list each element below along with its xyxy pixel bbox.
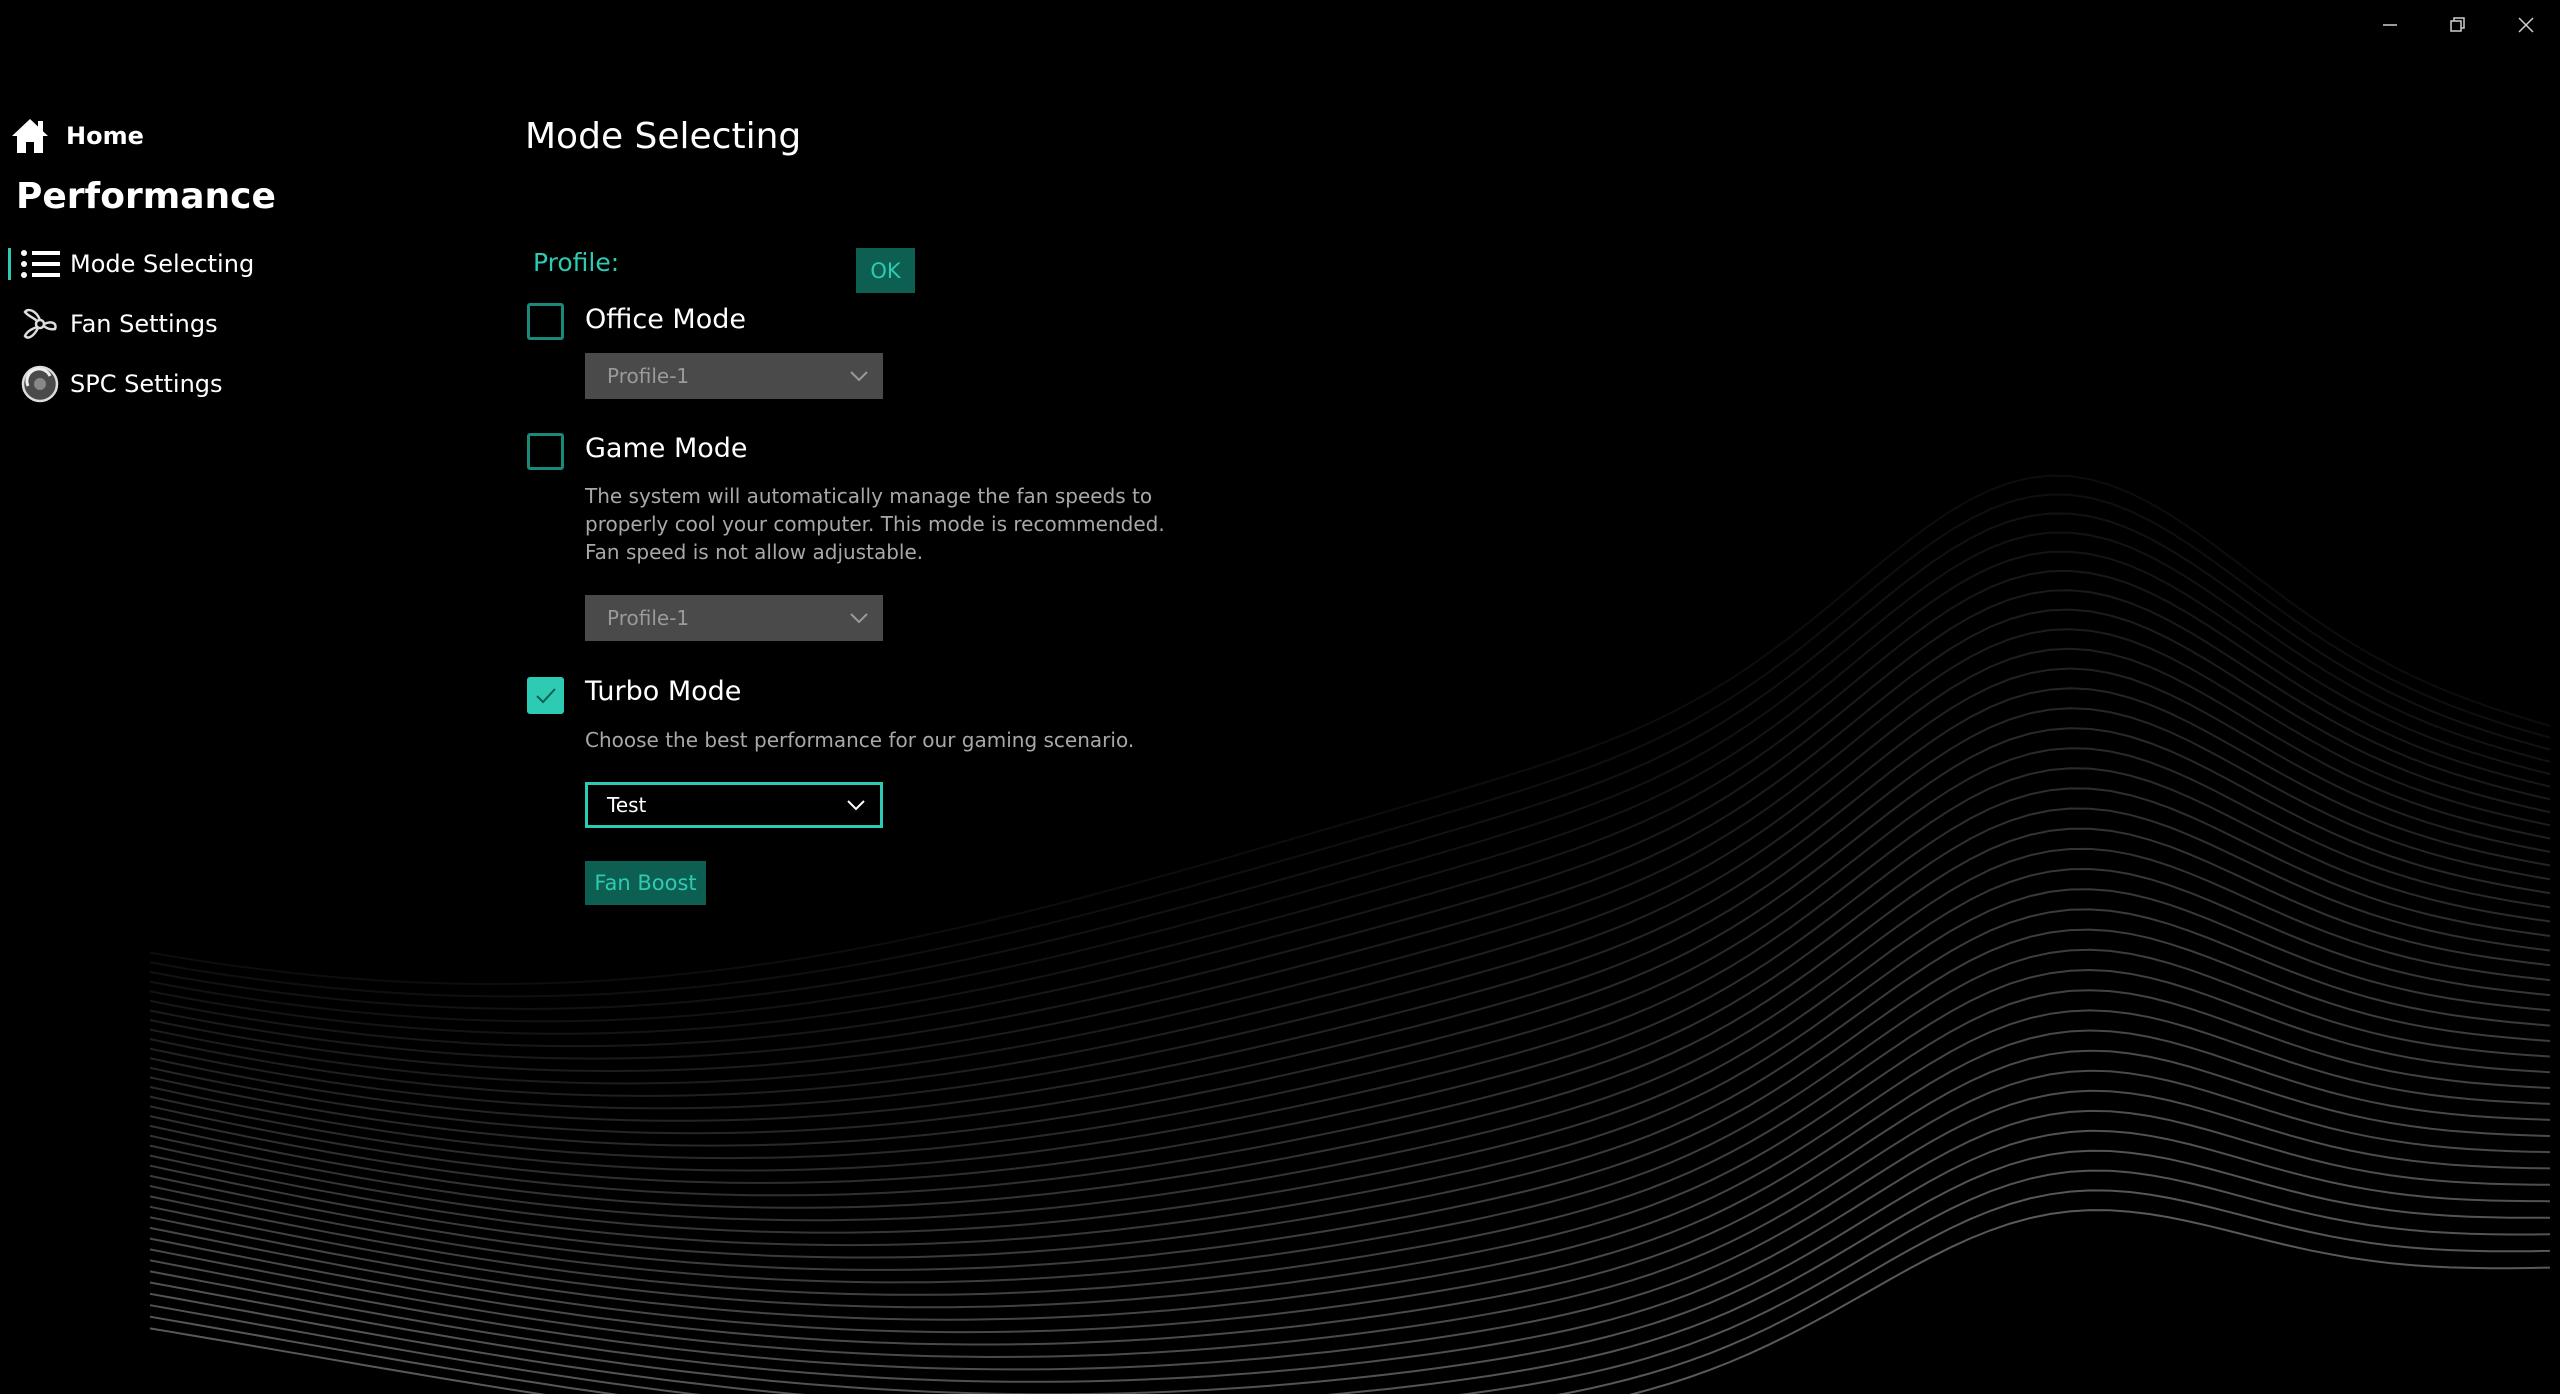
game-mode-checkbox[interactable] [527, 433, 564, 470]
wave-line [149, 827, 2551, 1209]
game-mode-profile-select[interactable]: Profile-1 [585, 595, 883, 641]
wave-line [149, 867, 2551, 1234]
turbo-mode-profile-select[interactable]: Test [585, 782, 883, 828]
window-controls [2356, 0, 2560, 50]
wave-line [149, 989, 2551, 1309]
spc-icon [18, 362, 62, 406]
wave-line [149, 1089, 2551, 1371]
home-label: Home [66, 122, 144, 150]
wave-line [149, 807, 2551, 1197]
wave-line [149, 531, 2551, 1023]
turbo-mode-label: Turbo Mode [585, 676, 742, 707]
wave-line [149, 1149, 2551, 1394]
wave-background [149, 474, 2551, 1394]
wave-line [149, 968, 2551, 1296]
wave-line [149, 727, 2551, 1147]
sidebar-item-label: Mode Selecting [70, 250, 255, 278]
chevron-down-icon [850, 371, 868, 382]
list-icon [18, 242, 62, 286]
wave-line [149, 707, 2551, 1135]
sidebar-item-spc-settings[interactable]: SPC Settings [8, 360, 308, 408]
wave-line [149, 474, 2551, 986]
wave-line [149, 1029, 2551, 1334]
wave-line [149, 550, 2551, 1035]
wave-line [149, 569, 2551, 1048]
close-button[interactable] [2492, 0, 2560, 50]
sidebar-item-label: Fan Settings [70, 310, 218, 338]
close-icon [2518, 17, 2534, 33]
select-value: Profile-1 [607, 364, 690, 388]
app-window: Home Performance Mode Selecting Fan Sett… [0, 0, 2560, 1394]
fan-icon [18, 302, 62, 346]
wave-line [149, 1209, 2551, 1394]
checkmark-icon [535, 687, 556, 703]
sidebar-item-mode-selecting[interactable]: Mode Selecting [8, 240, 308, 288]
sidebar-item-label: SPC Settings [70, 370, 223, 398]
wave-line [149, 928, 2551, 1271]
restore-button[interactable] [2424, 0, 2492, 50]
select-value: Test [607, 793, 647, 817]
wave-line [149, 787, 2551, 1184]
page-title: Mode Selecting [525, 116, 802, 157]
wave-line [149, 1169, 2551, 1394]
profile-label: Profile: [533, 248, 620, 277]
home-icon [12, 119, 48, 153]
active-indicator [8, 248, 11, 280]
minimize-icon [2383, 24, 2397, 26]
wave-line [149, 493, 2551, 998]
game-mode-label: Game Mode [585, 433, 748, 464]
wave-line [149, 1109, 2551, 1383]
ok-button[interactable]: OK [856, 248, 915, 293]
wave-line [149, 628, 2551, 1085]
restore-icon [2450, 17, 2465, 32]
chevron-down-icon [847, 800, 865, 811]
chevron-down-icon [850, 613, 868, 624]
minimize-button[interactable] [2356, 0, 2424, 50]
home-link[interactable]: Home [10, 116, 144, 156]
sidebar-item-fan-settings[interactable]: Fan Settings [8, 300, 308, 348]
office-mode-profile-select[interactable]: Profile-1 [585, 353, 883, 399]
office-mode-label: Office Mode [585, 304, 746, 335]
select-value: Profile-1 [607, 606, 690, 630]
office-mode-checkbox[interactable] [527, 303, 564, 340]
fan-boost-button[interactable]: Fan Boost [585, 861, 706, 905]
game-mode-description: The system will automatically manage the… [585, 484, 1165, 564]
turbo-mode-checkbox[interactable] [527, 677, 564, 714]
section-title: Performance [16, 176, 276, 217]
wave-line [149, 908, 2551, 1259]
turbo-mode-description: Choose the best performance for our gami… [585, 728, 1135, 752]
